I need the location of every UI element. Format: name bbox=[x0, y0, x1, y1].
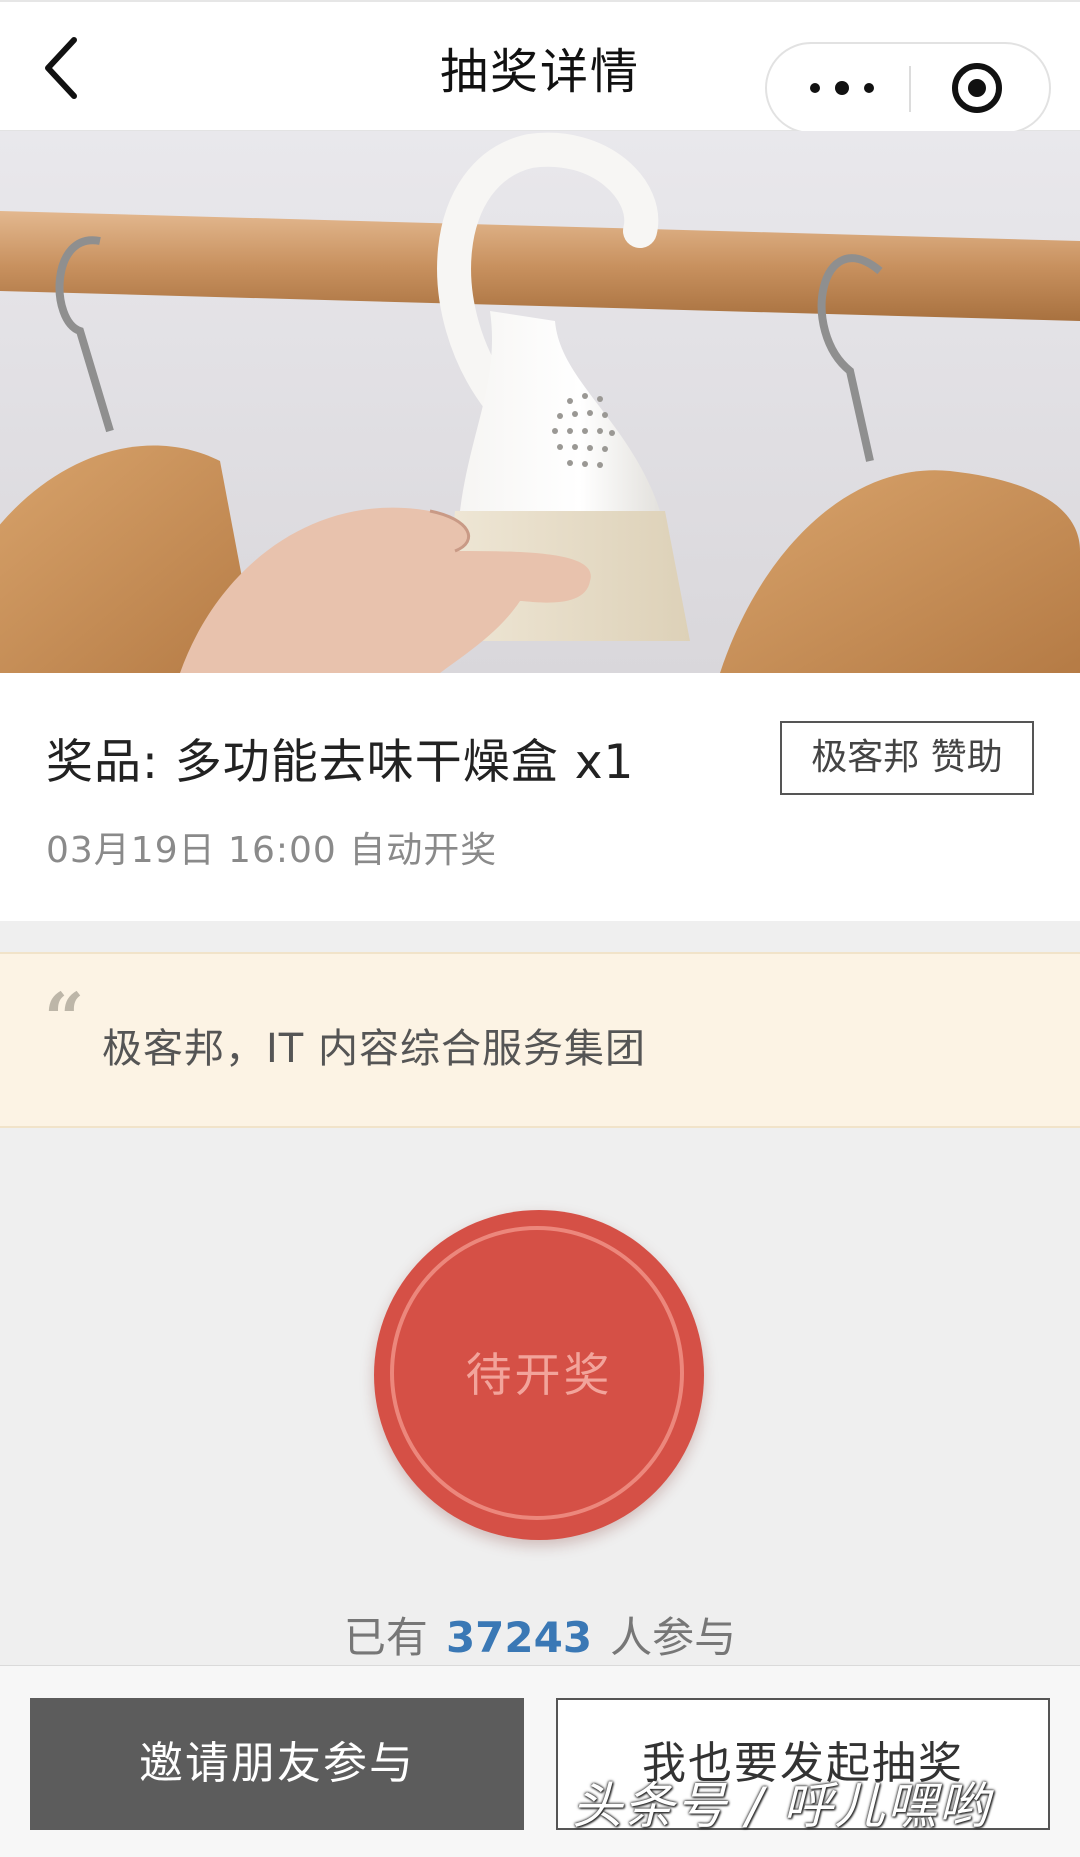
more-button[interactable] bbox=[767, 44, 907, 132]
prize-photo bbox=[0, 131, 1080, 673]
sponsor-button[interactable]: 极客邦 赞助 bbox=[780, 721, 1034, 795]
prize-info-card: 奖品: 多功能去味干燥盒 x1 极客邦 赞助 03月19日 16:00 自动开奖 bbox=[0, 673, 1080, 921]
quote-icon: “ bbox=[44, 977, 85, 1060]
prize-title: 奖品: 多功能去味干燥盒 x1 bbox=[46, 735, 635, 790]
close-mini-program-button[interactable] bbox=[913, 44, 1049, 132]
invite-friends-button[interactable]: 邀请朋友参与 bbox=[30, 1698, 524, 1830]
target-circle-icon bbox=[952, 63, 1002, 113]
draw-time: 03月19日 16:00 自动开奖 bbox=[46, 830, 498, 871]
participants-count: 已有 37243 人参与 bbox=[0, 1604, 1080, 1665]
participants-prefix: 已有 bbox=[343, 1613, 428, 1662]
prize-image bbox=[0, 131, 1080, 673]
quote-text: 极客邦，IT 内容综合服务集团 bbox=[102, 1026, 646, 1072]
capsule-divider bbox=[909, 66, 911, 112]
more-dots-icon bbox=[810, 81, 874, 95]
draw-status-button[interactable]: 待开奖 bbox=[374, 1210, 704, 1540]
draw-status-label: 待开奖 bbox=[465, 1348, 613, 1402]
lottery-detail-page: 抽奖详情 奖品: 多功能去味干燥盒 x1 极客邦 赞助 03月19日 16:00… bbox=[0, 0, 1080, 1857]
sponsor-quote: “ 极客邦，IT 内容综合服务集团 bbox=[0, 952, 1080, 1128]
participants-number: 37243 bbox=[445, 1613, 593, 1662]
participants-suffix: 人参与 bbox=[610, 1613, 737, 1662]
mini-program-capsule bbox=[765, 42, 1051, 134]
watermark-text: 头条号 / 呼儿嘿哟 bbox=[572, 1777, 991, 1835]
navigation-bar: 抽奖详情 bbox=[0, 0, 1080, 134]
